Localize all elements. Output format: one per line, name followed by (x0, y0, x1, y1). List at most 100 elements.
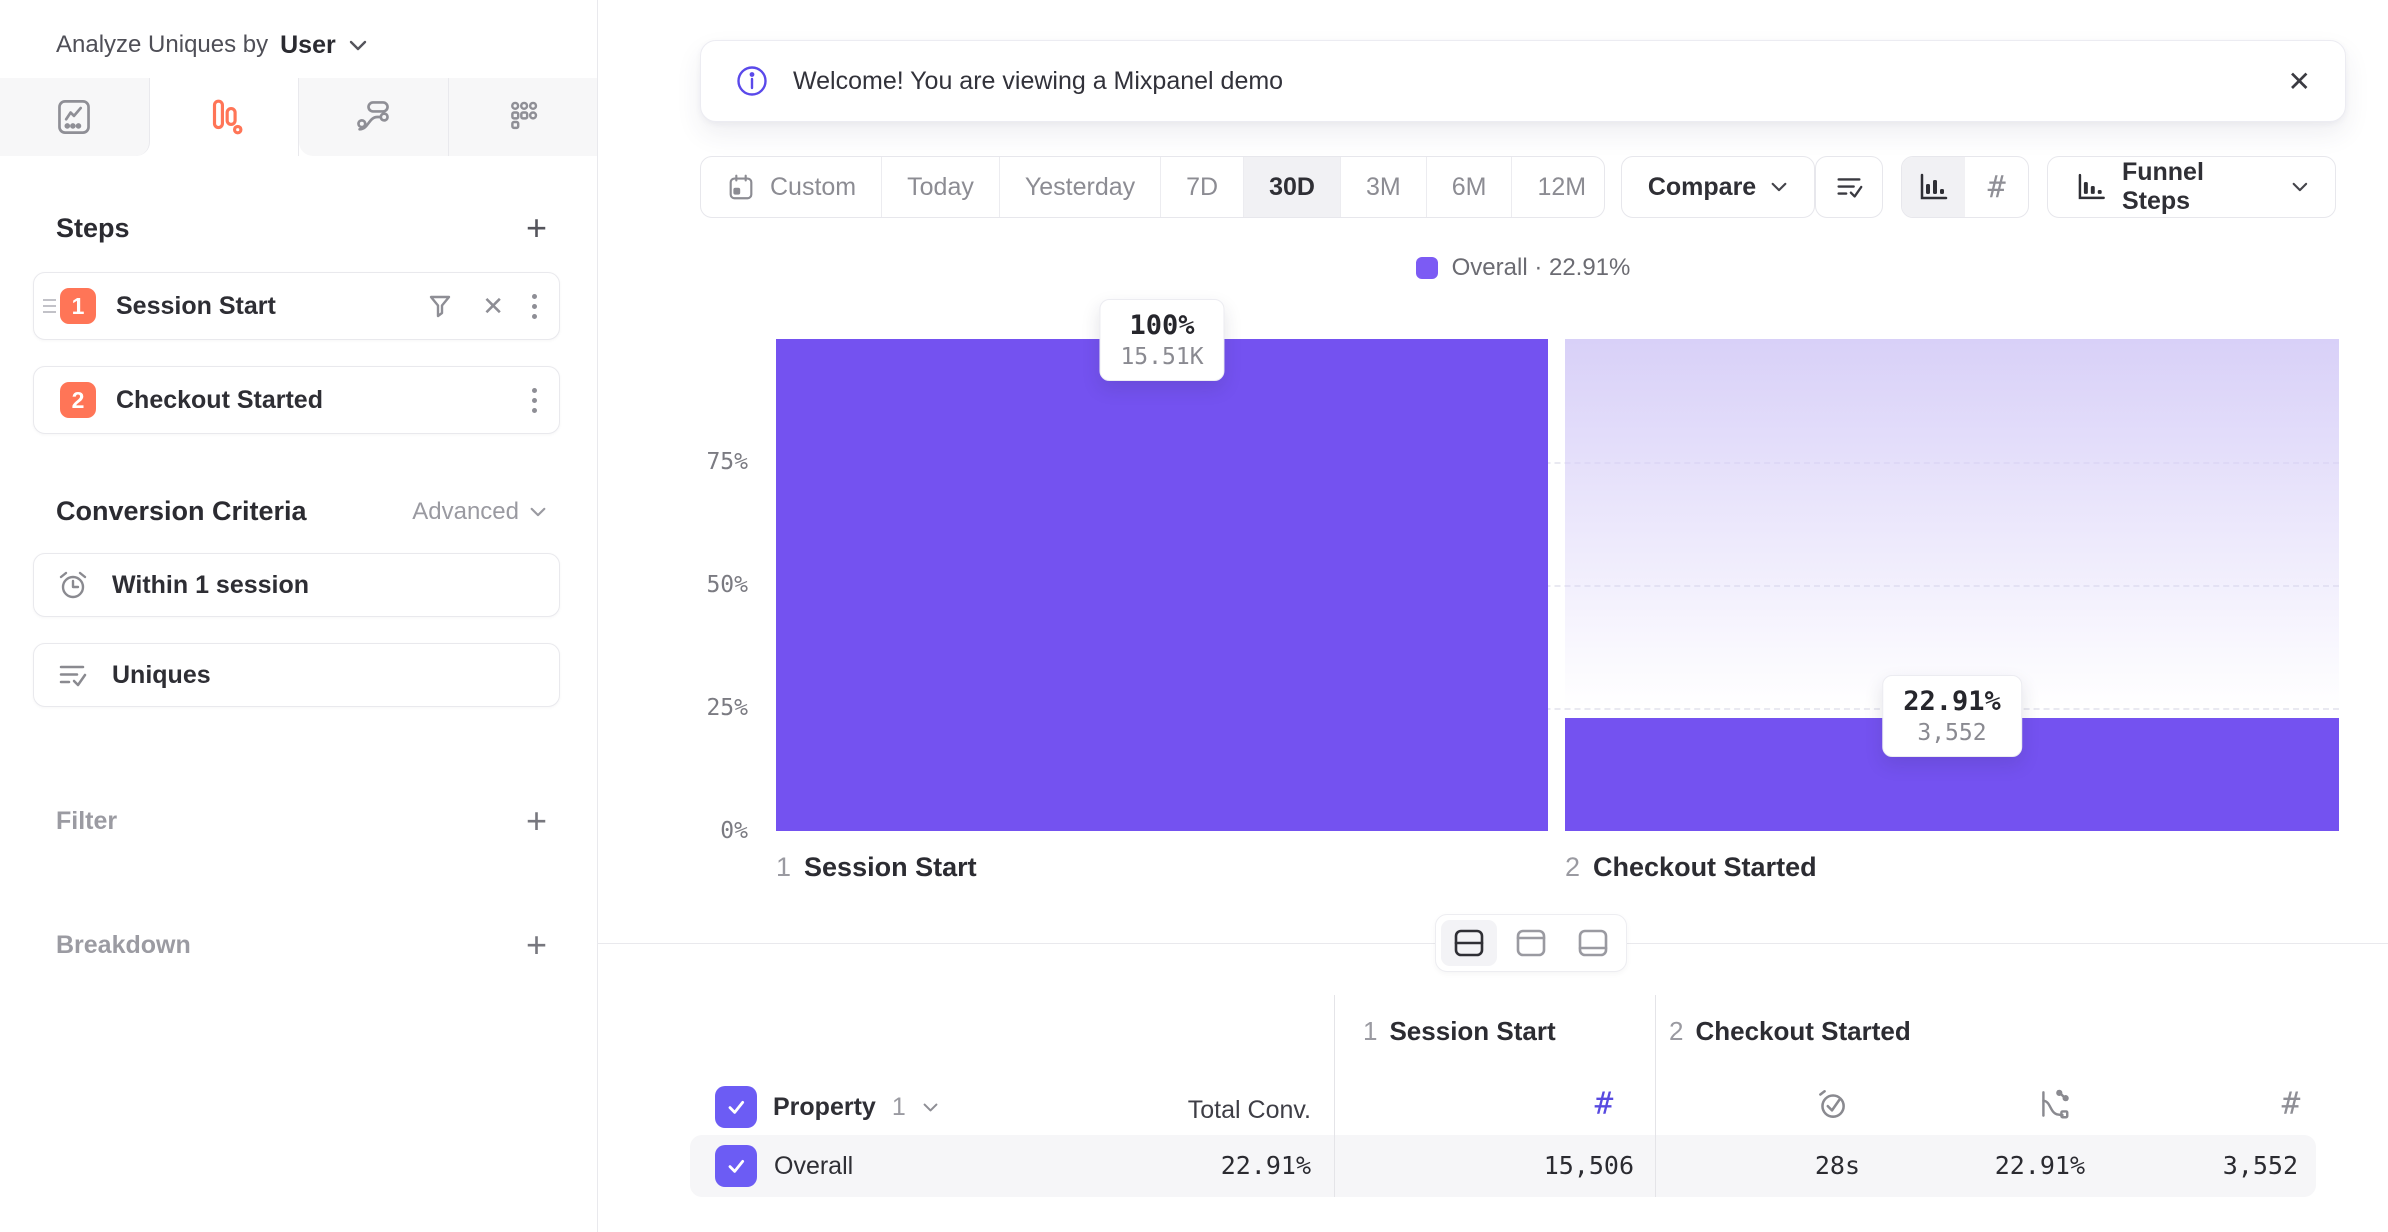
funnel-bars-icon (205, 98, 243, 136)
list-check-icon (1833, 171, 1865, 203)
step-card-1[interactable]: 1 Session Start ✕ (33, 272, 560, 340)
chevron-down-icon (2291, 181, 2309, 193)
retention-dots-icon (504, 98, 542, 136)
list-check-icon (56, 658, 90, 692)
step-card-2[interactable]: 2 Checkout Started (33, 366, 560, 434)
banner-message: Welcome! You are viewing a Mixpanel demo (793, 67, 1283, 96)
main-content: Welcome! You are viewing a Mixpanel demo… (598, 0, 2388, 1232)
chart-value-toggle: # (1901, 156, 2030, 218)
compare-button[interactable]: Compare (1621, 156, 1815, 218)
count-column-header[interactable]: # (2263, 1086, 2319, 1122)
tooltip-percent: 100% (1120, 310, 1203, 341)
date-range-yesterday[interactable]: Yesterday (1000, 157, 1161, 217)
table-row-overall[interactable]: Overall 22.91% 15,506 28s 22.91% 3,552 (690, 1135, 2316, 1197)
custom-label: Custom (770, 173, 856, 202)
funnel-steps-dropdown[interactable]: Funnel Steps (2047, 156, 2336, 218)
filter-funnel-icon[interactable] (426, 292, 454, 320)
date-range-3m[interactable]: 3M (1341, 157, 1427, 217)
row-checkbox[interactable] (715, 1145, 757, 1187)
steps-title: Steps (56, 213, 130, 244)
total-conv-value: 22.91% (1111, 1135, 1311, 1197)
split-view-icon[interactable] (1441, 920, 1497, 966)
avg-time-value: 28s (1660, 1135, 1860, 1197)
conversion-rate-column-header[interactable] (2026, 1086, 2082, 1122)
conversion-criteria-header: Conversion Criteria Advanced (0, 496, 597, 527)
step-event-label[interactable]: Checkout Started (116, 386, 532, 415)
bar-tooltip-1: 100% 15.51K (1099, 299, 1224, 381)
date-range-today[interactable]: Today (882, 157, 1000, 217)
step1-count-value: 15,506 (1434, 1135, 1634, 1197)
counting-method-label: Uniques (112, 661, 211, 690)
date-range-7d[interactable]: 7D (1161, 157, 1244, 217)
analyze-prefix-label: Analyze Uniques by (56, 31, 268, 59)
compare-label: Compare (1648, 173, 1756, 202)
advanced-dropdown[interactable]: Advanced (412, 498, 547, 526)
analyze-header: Analyze Uniques by User (0, 0, 597, 64)
date-range-12m[interactable]: 12M (1512, 157, 1604, 217)
step-event-label[interactable]: Session Start (116, 292, 426, 321)
breakdown-section: Breakdown + (0, 927, 597, 963)
conversion-window-card[interactable]: Within 1 session (33, 553, 560, 617)
drag-handle-icon[interactable] (34, 299, 60, 313)
chart-legend[interactable]: Overall · 22.91% (700, 252, 2346, 284)
step2-count-value: 3,552 (2098, 1135, 2298, 1197)
table-group-header-1: 1 Session Start (1363, 1016, 1556, 1047)
y-axis-tick: 0% (598, 818, 748, 844)
tab-retention[interactable] (449, 78, 598, 156)
funnel-bar-session-start[interactable] (776, 339, 1548, 831)
select-all-checkbox[interactable] (715, 1086, 757, 1128)
report-tabs (0, 78, 597, 156)
property-header: Property 1 (715, 1086, 939, 1128)
legend-swatch (1416, 257, 1438, 279)
clock-check-icon (1814, 1086, 1850, 1122)
filter-section: Filter + (0, 803, 597, 839)
legend-label: Overall · 22.91% (1452, 254, 1631, 282)
kebab-menu-icon[interactable] (532, 388, 537, 413)
analyze-unit-dropdown[interactable]: User (280, 31, 336, 60)
count-column-header[interactable]: # (1576, 1086, 1632, 1122)
panel-layout-toggle (1435, 914, 1627, 972)
metrics-list-button[interactable] (1815, 156, 1882, 218)
chart-only-view-icon[interactable] (1503, 920, 1559, 966)
property-label[interactable]: Property (773, 1093, 876, 1122)
chevron-down-icon (529, 506, 547, 518)
tab-flows[interactable] (299, 78, 449, 156)
add-step-button[interactable]: + (526, 210, 547, 246)
tooltip-count: 15.51K (1120, 344, 1203, 370)
counting-method-card[interactable]: Uniques (33, 643, 560, 707)
date-range-custom[interactable]: Custom (701, 157, 882, 217)
conversion-criteria-title: Conversion Criteria (56, 496, 307, 527)
insights-icon (55, 98, 93, 136)
total-conv-header[interactable]: Total Conv. (1111, 1096, 1311, 1125)
chevron-down-icon[interactable] (348, 39, 368, 52)
table-only-view-icon[interactable] (1565, 920, 1621, 966)
bar-chart-icon (1916, 170, 1950, 204)
remove-step-icon[interactable]: ✕ (482, 291, 504, 322)
table-column-divider (1655, 995, 1656, 1197)
x-axis-label-1: 1 Session Start (776, 852, 977, 883)
close-icon[interactable]: ✕ (2288, 65, 2311, 98)
time-to-convert-column-header[interactable] (1804, 1086, 1860, 1122)
date-range-6m[interactable]: 6M (1427, 157, 1513, 217)
chart-toolbar: Custom Today Yesterday 7D 30D 3M 6M 12M … (700, 156, 2336, 218)
add-filter-button[interactable]: + (526, 803, 547, 839)
number-toggle[interactable]: # (1965, 157, 2028, 217)
table-group-header-2: 2 Checkout Started (1669, 1016, 1911, 1047)
tab-insights[interactable] (0, 78, 150, 156)
date-range-30d[interactable]: 30D (1244, 157, 1341, 217)
kebab-menu-icon[interactable] (532, 294, 537, 319)
funnel-bar-checkout-started[interactable] (1565, 339, 2339, 831)
funnel-steps-label: Funnel Steps (2122, 158, 2277, 216)
hash-icon: # (1988, 170, 2006, 205)
table-column-divider (1334, 995, 1335, 1197)
step-number-badge: 1 (60, 288, 96, 324)
alarm-clock-icon (56, 568, 90, 602)
conv-rate-value: 22.91% (1885, 1135, 2085, 1197)
bar-chart-toggle[interactable] (1902, 157, 1965, 217)
chevron-down-icon (1770, 181, 1788, 193)
x-axis-label-2: 2 Checkout Started (1565, 852, 1817, 883)
step-number-badge: 2 (60, 382, 96, 418)
date-range-control: Custom Today Yesterday 7D 30D 3M 6M 12M (700, 156, 1605, 218)
tab-funnels[interactable] (150, 78, 300, 156)
add-breakdown-button[interactable]: + (526, 927, 547, 963)
